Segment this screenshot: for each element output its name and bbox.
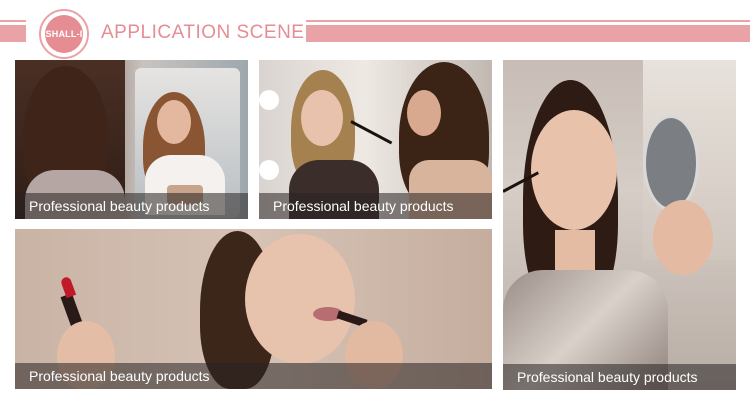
photo-mascara-compact-mirror: Professional beauty products	[503, 60, 736, 390]
brand-logo: SHALL-I	[39, 9, 89, 59]
photo-makeup-mirror: Professional beauty products	[15, 60, 248, 219]
brand-logo-text: SHALL-I	[45, 15, 83, 53]
photo-caption: Professional beauty products	[15, 363, 492, 389]
photo-caption: Professional beauty products	[259, 193, 492, 219]
header-bar-right	[306, 20, 750, 42]
section-title: APPLICATION SCENE	[101, 22, 305, 43]
photo-caption: Professional beauty products	[503, 364, 736, 390]
photo-makeup-artist: Professional beauty products	[259, 60, 492, 219]
header-bar-left	[0, 20, 26, 42]
photo-caption: Professional beauty products	[15, 193, 248, 219]
header: SHALL-I APPLICATION SCENE	[0, 0, 750, 60]
photo-lipstick-application: Professional beauty products	[15, 229, 492, 389]
